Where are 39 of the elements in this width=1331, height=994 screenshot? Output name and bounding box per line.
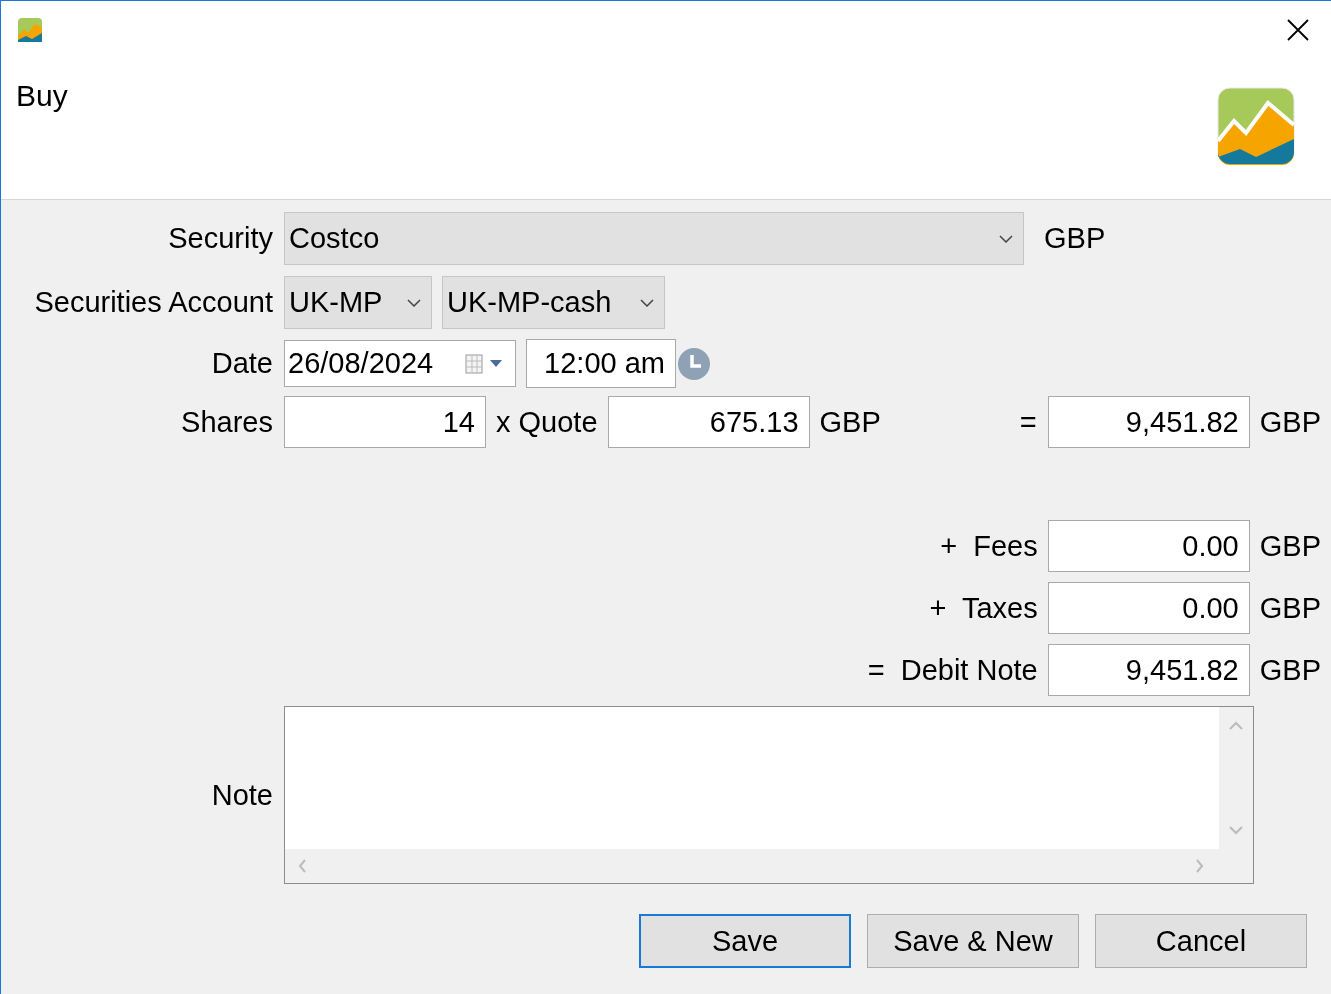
date-label: Date [210,347,273,380]
currency-label: GBP [1259,405,1321,439]
cash-account-dropdown[interactable]: UK-MP-cash [442,276,665,329]
time-field[interactable]: 12:00 am [526,339,676,388]
shares-field[interactable]: 14 [284,396,486,448]
dialog-button[interactable]: Save & New [867,914,1079,968]
security-dropdown[interactable]: Costco [284,212,1024,265]
currency-label: GBP [1044,222,1106,255]
app-logo-icon [18,18,42,42]
date-field[interactable]: 26/08/2024 [284,340,516,387]
amount-label: = Debit Note [867,653,1038,687]
close-icon[interactable] [1287,19,1309,41]
security-label: Security [167,222,273,255]
dropdown-caret-icon [407,298,421,307]
amount-field[interactable]: 9,451.82 [1047,644,1250,696]
amount-label: + Fees [940,529,1038,563]
note-label: Note [210,778,273,812]
app-logo-icon [1217,87,1295,165]
currency-label: GBP [1259,591,1321,625]
currency-label: GBP [1259,529,1321,563]
securities-account-label: Securities Account [33,286,273,319]
quote-field[interactable]: 675.13 [607,396,810,448]
securities-account-dropdown[interactable]: UK-MP [284,276,432,329]
amount-field[interactable]: 0.00 [1047,520,1250,572]
amount-label: + Taxes [929,591,1038,625]
equals-label: = [1019,405,1037,439]
dropdown-caret-icon [640,298,654,307]
amount-field[interactable]: 0.00 [1047,582,1250,634]
window-title: Buy [16,79,68,113]
dialog-button[interactable]: Save [639,914,851,968]
currency-label: GBP [819,405,881,439]
total-field[interactable]: 9,451.82 [1047,396,1250,448]
dialog-button[interactable]: Cancel [1095,914,1307,968]
quote-label: x Quote [496,405,598,439]
calendar-icon[interactable] [465,353,505,374]
shares-label: Shares [180,405,273,439]
dropdown-caret-icon [999,234,1013,243]
clock-icon[interactable] [678,347,710,380]
currency-label: GBP [1259,653,1321,687]
